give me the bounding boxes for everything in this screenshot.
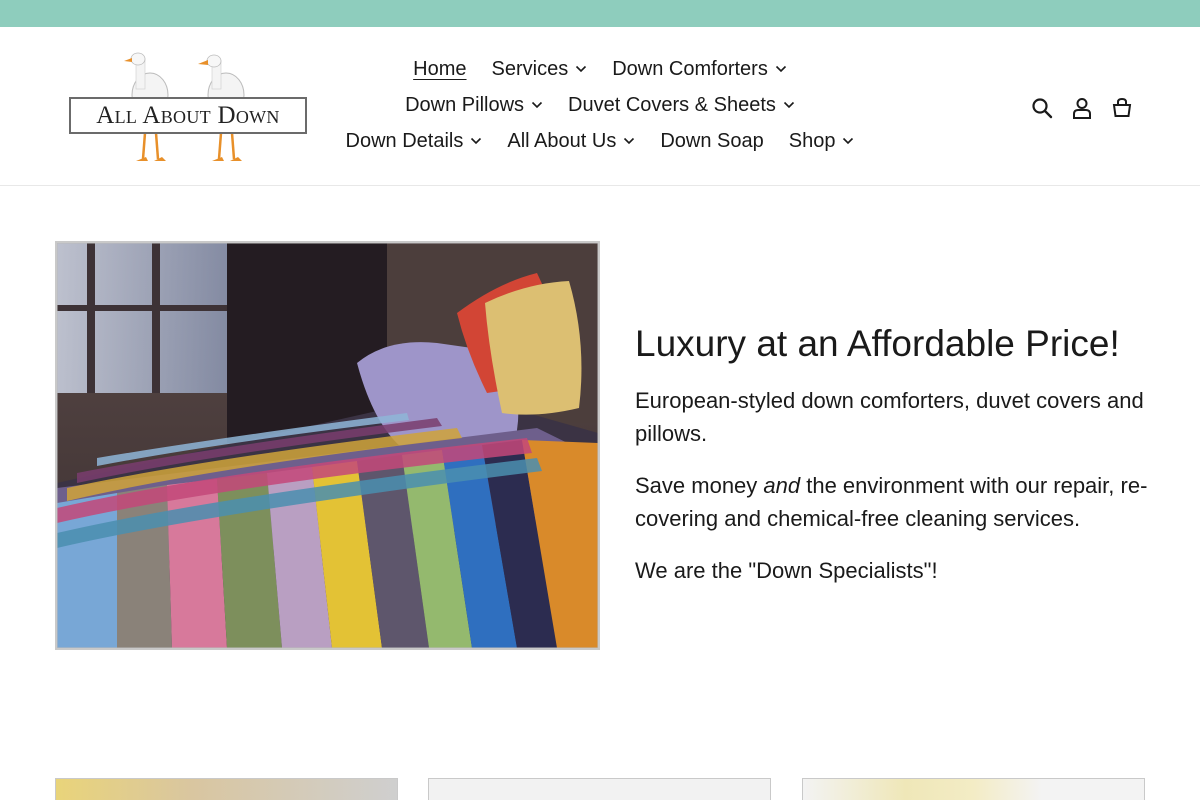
account-button[interactable]: [1069, 95, 1095, 121]
announcement-bar: [0, 0, 1200, 27]
chevron-down-icon: [576, 65, 587, 73]
feature-card-2[interactable]: [428, 778, 771, 800]
search-icon: [1032, 98, 1053, 119]
logo-text: All About Down: [96, 101, 280, 129]
hero-paragraph-2: Save money and the environment with our …: [635, 469, 1155, 535]
chevron-down-icon: [783, 101, 794, 109]
nav-item-down-details[interactable]: Down Details: [346, 130, 483, 153]
nav-item-label: Shop: [788, 129, 836, 152]
nav-item-down-pillows[interactable]: Down Pillows: [405, 94, 543, 117]
nav-item-label: Down Pillows: [405, 93, 525, 116]
chevron-down-icon: [471, 137, 482, 145]
nav-row-1: Home Services Down Comforters: [320, 51, 880, 87]
cart-button[interactable]: [1109, 95, 1135, 121]
nav-item-label: Duvet Covers & Sheets: [568, 93, 776, 116]
feature-card-1[interactable]: [55, 778, 398, 800]
site-header: All About Down Home Services Down Comfor…: [0, 27, 1200, 186]
nav-item-home[interactable]: Home: [413, 58, 466, 81]
nav-row-2: Down Pillows Duvet Covers & Sheets: [320, 87, 880, 123]
nav-item-duvet-covers[interactable]: Duvet Covers & Sheets: [568, 94, 795, 117]
nav-row-3: Down Details All About Us Down Soap Shop: [320, 123, 880, 159]
chevron-down-icon: [624, 137, 635, 145]
chevron-down-icon: [531, 101, 543, 109]
cart-icon: [1112, 97, 1132, 117]
nav-item-down-comforters[interactable]: Down Comforters: [612, 58, 787, 81]
nav-item-label: Down Comforters: [612, 57, 768, 80]
bed-photo: [57, 243, 598, 648]
hero-title: Luxury at an Affordable Price!: [635, 323, 1120, 364]
hero-p2-emphasis: and: [763, 473, 801, 499]
nav-item-all-about-us[interactable]: All About Us: [507, 130, 635, 153]
nav-item-label: Down Soap: [660, 129, 764, 152]
main-nav: Home Services Down Comforters Down Pillo…: [320, 51, 880, 159]
feature-card-3[interactable]: [802, 778, 1145, 800]
header-icons: [1029, 95, 1149, 121]
nav-item-shop[interactable]: Shop: [789, 130, 855, 153]
nav-item-down-soap[interactable]: Down Soap: [660, 130, 763, 153]
nav-item-services[interactable]: Services: [492, 58, 588, 81]
hero-paragraph-3: We are the "Down Specialists"!: [635, 558, 938, 584]
hero-paragraph-1: European-styled down comforters, duvet c…: [635, 388, 1144, 447]
nav-item-label: Services: [491, 57, 569, 80]
logo-banner: All About Down: [69, 97, 307, 134]
feature-cards: [55, 778, 1145, 800]
nav-item-label: All About Us: [507, 129, 617, 152]
nav-item-label: Down Details: [345, 129, 464, 152]
chevron-down-icon: [775, 65, 786, 73]
nav-item-label: Home: [413, 57, 467, 80]
user-icon: [1073, 98, 1091, 119]
chevron-down-icon: [843, 137, 854, 145]
hero-p2-before: Save money: [635, 473, 764, 499]
search-button[interactable]: [1029, 95, 1055, 121]
hero-image: [55, 241, 600, 650]
logo[interactable]: All About Down: [66, 49, 310, 167]
hero-text: Luxury at an Affordable Price! European-…: [635, 322, 1155, 606]
